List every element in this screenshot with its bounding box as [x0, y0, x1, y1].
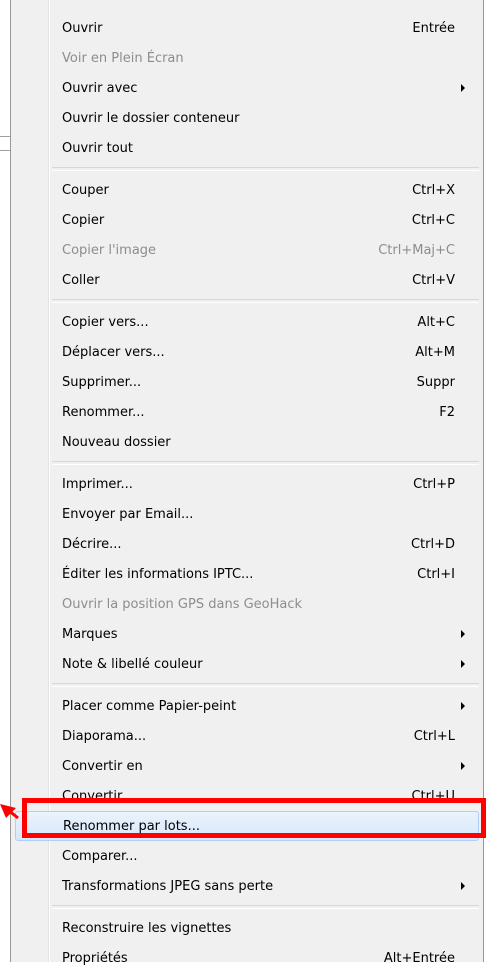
menu-item[interactable]: Copier vers... Alt+C: [15, 307, 479, 337]
menu-item-label: Coller: [62, 272, 100, 288]
menu-item-label: Convertir en: [62, 758, 143, 774]
menu-item-label: Ouvrir le dossier conteneur: [62, 110, 240, 126]
menu-item-shortcut: Alt+Entrée: [383, 950, 455, 966]
menu-item-shortcut: Ctrl+V: [412, 272, 455, 288]
menu-item-label: Diaporama...: [62, 728, 147, 744]
menu-item[interactable]: Diaporama... Ctrl+L: [15, 721, 479, 751]
menu-item-shortcut: Suppr: [416, 374, 455, 390]
menu-item-label: Ouvrir avec: [62, 80, 138, 96]
menu-item-label: Transformations JPEG sans perte: [62, 878, 274, 894]
menu-item-label: Décrire...: [62, 536, 122, 552]
menu-separator: [52, 905, 479, 909]
menu-item[interactable]: Marques: [15, 619, 479, 649]
menu-item-label: Copier l'image: [62, 242, 157, 258]
menu-item-label: Renommer...: [62, 404, 145, 420]
menu-item[interactable]: Renommer... F2: [15, 397, 479, 427]
menu-item-label: Déplacer vers...: [62, 344, 165, 360]
menu-item[interactable]: Convertir en: [15, 751, 479, 781]
menu-separator: [52, 461, 479, 465]
menu-item[interactable]: Décrire... Ctrl+D: [15, 529, 479, 559]
submenu-arrow-icon: [461, 630, 465, 638]
submenu-arrow-icon: [461, 762, 465, 770]
menu-item-label: Marques: [62, 626, 118, 642]
menu-separator: [52, 299, 479, 303]
submenu-arrow-icon: [461, 660, 465, 668]
menu-item-label: Couper: [62, 182, 109, 198]
menu-item[interactable]: Déplacer vers... Alt+M: [15, 337, 479, 367]
menu-item[interactable]: Imprimer... Ctrl+P: [15, 469, 479, 499]
menu-item[interactable]: Envoyer par Email...: [15, 499, 479, 529]
menu-item[interactable]: Propriétés Alt+Entrée: [15, 943, 479, 973]
menu-item-shortcut: Ctrl+C: [411, 212, 455, 228]
menu-item-label: Voir en Plein Écran: [62, 50, 184, 66]
menu-item[interactable]: Placer comme Papier-peint: [15, 691, 479, 721]
menu-item-shortcut: Ctrl+Maj+C: [378, 242, 455, 258]
menu-item[interactable]: Reconstruire les vignettes: [15, 913, 479, 943]
menu-item[interactable]: Éditer les informations IPTC... Ctrl+I: [15, 559, 479, 589]
menu-item-label: Comparer...: [62, 848, 138, 864]
menu-item: Ouvrir la position GPS dans GeoHack: [15, 589, 479, 619]
menu-item-shortcut: Alt+C: [417, 314, 455, 330]
menu-item[interactable]: Transformations JPEG sans perte: [15, 871, 479, 901]
menu-item-label: Imprimer...: [62, 476, 133, 492]
menu-item-label: Ouvrir: [62, 20, 103, 36]
menu-item[interactable]: Supprimer... Suppr: [15, 367, 479, 397]
menu-item-label: Supprimer...: [62, 374, 142, 390]
menu-item-shortcut: Ctrl+D: [410, 536, 455, 552]
submenu-arrow-icon: [461, 702, 465, 710]
menu-item-shortcut: Ctrl+L: [413, 728, 455, 744]
menu-item[interactable]: Ouvrir le dossier conteneur: [15, 103, 479, 133]
menu-item[interactable]: Note & libellé couleur: [15, 649, 479, 679]
menu-item[interactable]: Nouveau dossier: [15, 427, 479, 457]
menu-item-shortcut: Ctrl+P: [413, 476, 455, 492]
menu-item-label: Envoyer par Email...: [62, 506, 194, 522]
menu-item-label: Éditer les informations IPTC...: [62, 566, 254, 582]
menu-item-label: Reconstruire les vignettes: [62, 920, 232, 936]
menu-separator: [52, 683, 479, 687]
menu-item-label: Nouveau dossier: [62, 434, 171, 450]
menu-item[interactable]: Couper Ctrl+X: [15, 175, 479, 205]
menu-item-label: Note & libellé couleur: [62, 656, 203, 672]
menu-item: Copier l'image Ctrl+Maj+C: [15, 235, 479, 265]
menu-item: Voir en Plein Écran: [15, 43, 479, 73]
submenu-arrow-icon: [461, 84, 465, 92]
menu-item[interactable]: Ouvrir Entrée: [15, 13, 479, 43]
highlight-annotation-box: [22, 798, 486, 838]
menu-item-label: Copier vers...: [62, 314, 149, 330]
menu-item-label: Ouvrir tout: [62, 140, 133, 156]
menu-item-shortcut: Alt+M: [415, 344, 455, 360]
menu-item-label: Ouvrir la position GPS dans GeoHack: [62, 596, 303, 612]
menu-item[interactable]: Ouvrir avec: [15, 73, 479, 103]
menu-item-shortcut: Ctrl+I: [417, 566, 455, 582]
menu-item-label: Copier: [62, 212, 105, 228]
menu-item[interactable]: Ouvrir tout: [15, 133, 479, 163]
menu-item[interactable]: Coller Ctrl+V: [15, 265, 479, 295]
menu-item[interactable]: Comparer...: [15, 841, 479, 871]
menu-item-shortcut: Ctrl+X: [412, 182, 455, 198]
menu-item-shortcut: F2: [439, 404, 455, 420]
menu-item-label: Placer comme Papier-peint: [62, 698, 237, 714]
menu-separator: [52, 167, 479, 171]
menu-item-shortcut: Entrée: [412, 20, 455, 36]
submenu-arrow-icon: [461, 882, 465, 890]
red-arrow-icon: [0, 804, 19, 820]
menu-item[interactable]: Copier Ctrl+C: [15, 205, 479, 235]
menu-item-label: Propriétés: [62, 950, 128, 966]
